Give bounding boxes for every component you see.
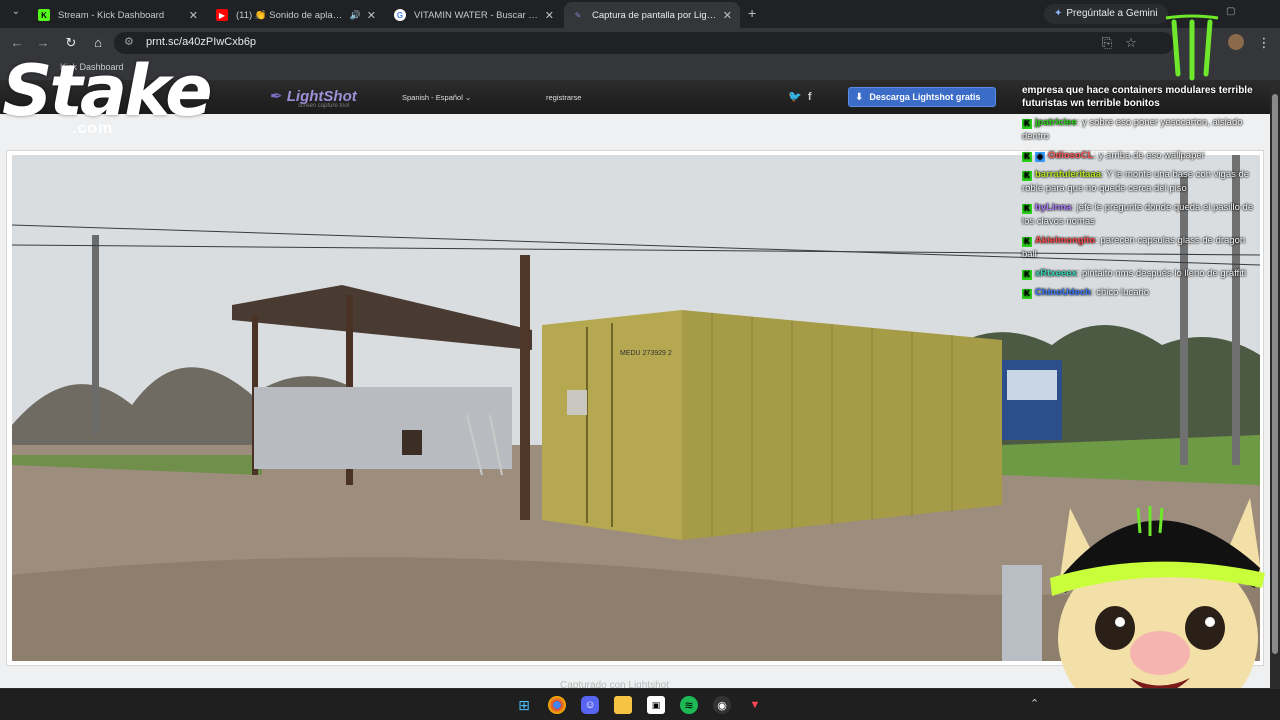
url-text: prnt.sc/a40zPIwCxb6p xyxy=(146,36,257,48)
google-icon: G xyxy=(394,9,406,21)
chevron-down-icon: ⌄ xyxy=(464,93,472,102)
tab-title: Stream - Kick Dashboard xyxy=(58,9,165,21)
kick-icon: K xyxy=(38,9,50,21)
chat-username: byLinna xyxy=(1035,202,1072,213)
close-icon[interactable]: ✕ xyxy=(723,9,732,22)
chat-username: Akielmongito xyxy=(1035,235,1096,246)
speaker-icon[interactable]: 🔊 xyxy=(350,10,361,21)
kick-badge-icon: K xyxy=(1022,289,1032,299)
profile-avatar[interactable] xyxy=(1228,34,1244,50)
facebook-icon[interactable]: f xyxy=(808,91,812,103)
tab-title: VITAMIN WATER - Buscar con G xyxy=(414,9,539,21)
bookmark-star-icon[interactable]: ☆ xyxy=(1122,34,1140,52)
chrome-icon[interactable] xyxy=(548,696,566,714)
close-icon[interactable]: ✕ xyxy=(189,9,198,22)
download-button[interactable]: ⬇ Descarga Lightshot gratis xyxy=(848,87,996,107)
tab-youtube[interactable]: ▶ (11) 👏 Sonido de aplausos 🔊 ✕ xyxy=(208,2,384,28)
gemini-icon: ✦ xyxy=(1054,8,1063,19)
chat-message-text: : pintaito nms después lo lleno de graff… xyxy=(1076,268,1247,279)
site-info-icon[interactable]: ⚙ xyxy=(124,35,134,48)
lightshot-footer: Capturado con Lightshot xyxy=(560,680,669,688)
chat-username: ChinoUdech xyxy=(1035,287,1091,298)
feather-icon: ✒ xyxy=(270,88,287,105)
close-icon[interactable]: ✕ xyxy=(545,9,554,22)
lightshot-logo[interactable]: ✒ LightShot screen capture tool xyxy=(270,87,357,109)
cat-avatar-overlay xyxy=(1050,498,1265,720)
file-explorer-icon[interactable] xyxy=(614,696,632,714)
kick-badge-icon: K xyxy=(1022,171,1032,181)
tab-title: (11) 👏 Sonido de aplausos xyxy=(236,9,346,21)
new-tab-icon[interactable]: + xyxy=(748,5,756,21)
twitter-icon[interactable]: 🐦 xyxy=(788,91,802,103)
install-app-icon[interactable]: ⎘ xyxy=(1098,34,1116,52)
language-select[interactable]: Spanish - Español ⌄ xyxy=(402,93,471,102)
tab-strip: ⌄ K Stream - Kick Dashboard ✕ ▶ (11) 👏 S… xyxy=(0,0,1280,28)
chat-username: barrafuleritaaa xyxy=(1035,169,1102,180)
menu-icon[interactable]: ⋮ xyxy=(1255,34,1273,52)
gemini-label: Pregúntale a Gemini xyxy=(1066,8,1158,19)
chat-message-text: empresa que hace containers modulares te… xyxy=(1022,85,1253,109)
chat-message: Kbarrafuleritaaa: Y le monte una base co… xyxy=(1022,168,1258,196)
gemini-button[interactable]: ✦ Pregúntale a Gemini xyxy=(1044,4,1168,24)
chat-message: Kjpatriciee: y sobre eso poner yesocarto… xyxy=(1022,116,1258,144)
chat-message: K ChinoUdech: chico lucario xyxy=(1022,286,1258,300)
windows-taskbar: ⊞ ☺ ▣ ≋ ◉ ▼ ⌃ xyxy=(0,688,1280,720)
stake-logo: Stake xyxy=(2,50,213,132)
address-bar[interactable]: ⚙ prnt.sc/a40zPIwCxb6p xyxy=(114,32,1174,54)
capcut-icon[interactable]: ▣ xyxy=(647,696,665,714)
chat-message-text: : chico lucario xyxy=(1090,287,1150,298)
maximize-icon[interactable]: ▢ xyxy=(1226,6,1235,17)
tab-title: Captura de pantalla por Lightsh xyxy=(592,9,717,21)
chat-message: KxRtxeeex: pintaito nms después lo lleno… xyxy=(1022,267,1258,281)
chat-message: K Akielmongito: parecen capsulas glass de… xyxy=(1022,234,1258,262)
tab-search-icon[interactable]: ⌄ xyxy=(8,6,24,22)
stake-com-text: .com xyxy=(72,120,114,137)
language-label: Spanish - Español xyxy=(402,93,463,102)
kick-badge-icon: K xyxy=(1022,204,1032,214)
windows-start-icon[interactable]: ⊞ xyxy=(515,696,533,714)
youtube-icon: ▶ xyxy=(216,9,228,21)
chat-username: OdiosoCL xyxy=(1048,150,1094,161)
valorant-icon[interactable]: ▼ xyxy=(746,696,764,714)
monster-energy-logo xyxy=(1165,14,1219,81)
chevron-up-icon[interactable]: ⌃ xyxy=(1030,697,1039,710)
spotify-icon[interactable]: ≋ xyxy=(680,696,698,714)
chat-message: KbyLinna: jefe le pregunte donde queda e… xyxy=(1022,201,1258,229)
social-links: 🐦 f xyxy=(788,90,812,103)
chat-username: jpatriciee xyxy=(1035,117,1077,128)
svg-text:MEDU 273929 2: MEDU 273929 2 xyxy=(620,350,672,357)
kick-badge-icon: K xyxy=(1022,237,1032,247)
discord-icon[interactable]: ☺ xyxy=(581,696,599,714)
kick-badge-icon: K xyxy=(1022,119,1032,129)
kick-badge-icon: K xyxy=(1022,152,1032,162)
register-link[interactable]: registrarse xyxy=(546,93,581,102)
close-icon[interactable]: ✕ xyxy=(367,9,376,22)
tab-kick-dashboard[interactable]: K Stream - Kick Dashboard ✕ xyxy=(30,2,206,28)
chat-message-text: : y arriba de eso wallpaper xyxy=(1093,150,1205,161)
obs-icon[interactable]: ◉ xyxy=(713,696,731,714)
tab-lightshot[interactable]: ✎ Captura de pantalla por Lightsh ✕ xyxy=(564,2,740,28)
diamond-badge-icon: ◆ xyxy=(1035,152,1045,162)
logo-tagline: screen capture tool xyxy=(298,103,350,109)
kick-badge-icon: K xyxy=(1022,270,1032,280)
chat-message: K ◆ OdiosoCL: y arriba de eso wallpaper xyxy=(1022,149,1258,163)
tab-google-search[interactable]: G VITAMIN WATER - Buscar con G ✕ xyxy=(386,2,562,28)
download-icon: ⬇ xyxy=(855,91,864,103)
stream-chat-overlay: empresa que hace containers modulares te… xyxy=(1022,84,1258,305)
chat-username: xRtxeeex xyxy=(1035,268,1077,279)
lightshot-feather-icon: ✎ xyxy=(574,10,582,20)
download-label: Descarga Lightshot gratis xyxy=(869,92,981,102)
